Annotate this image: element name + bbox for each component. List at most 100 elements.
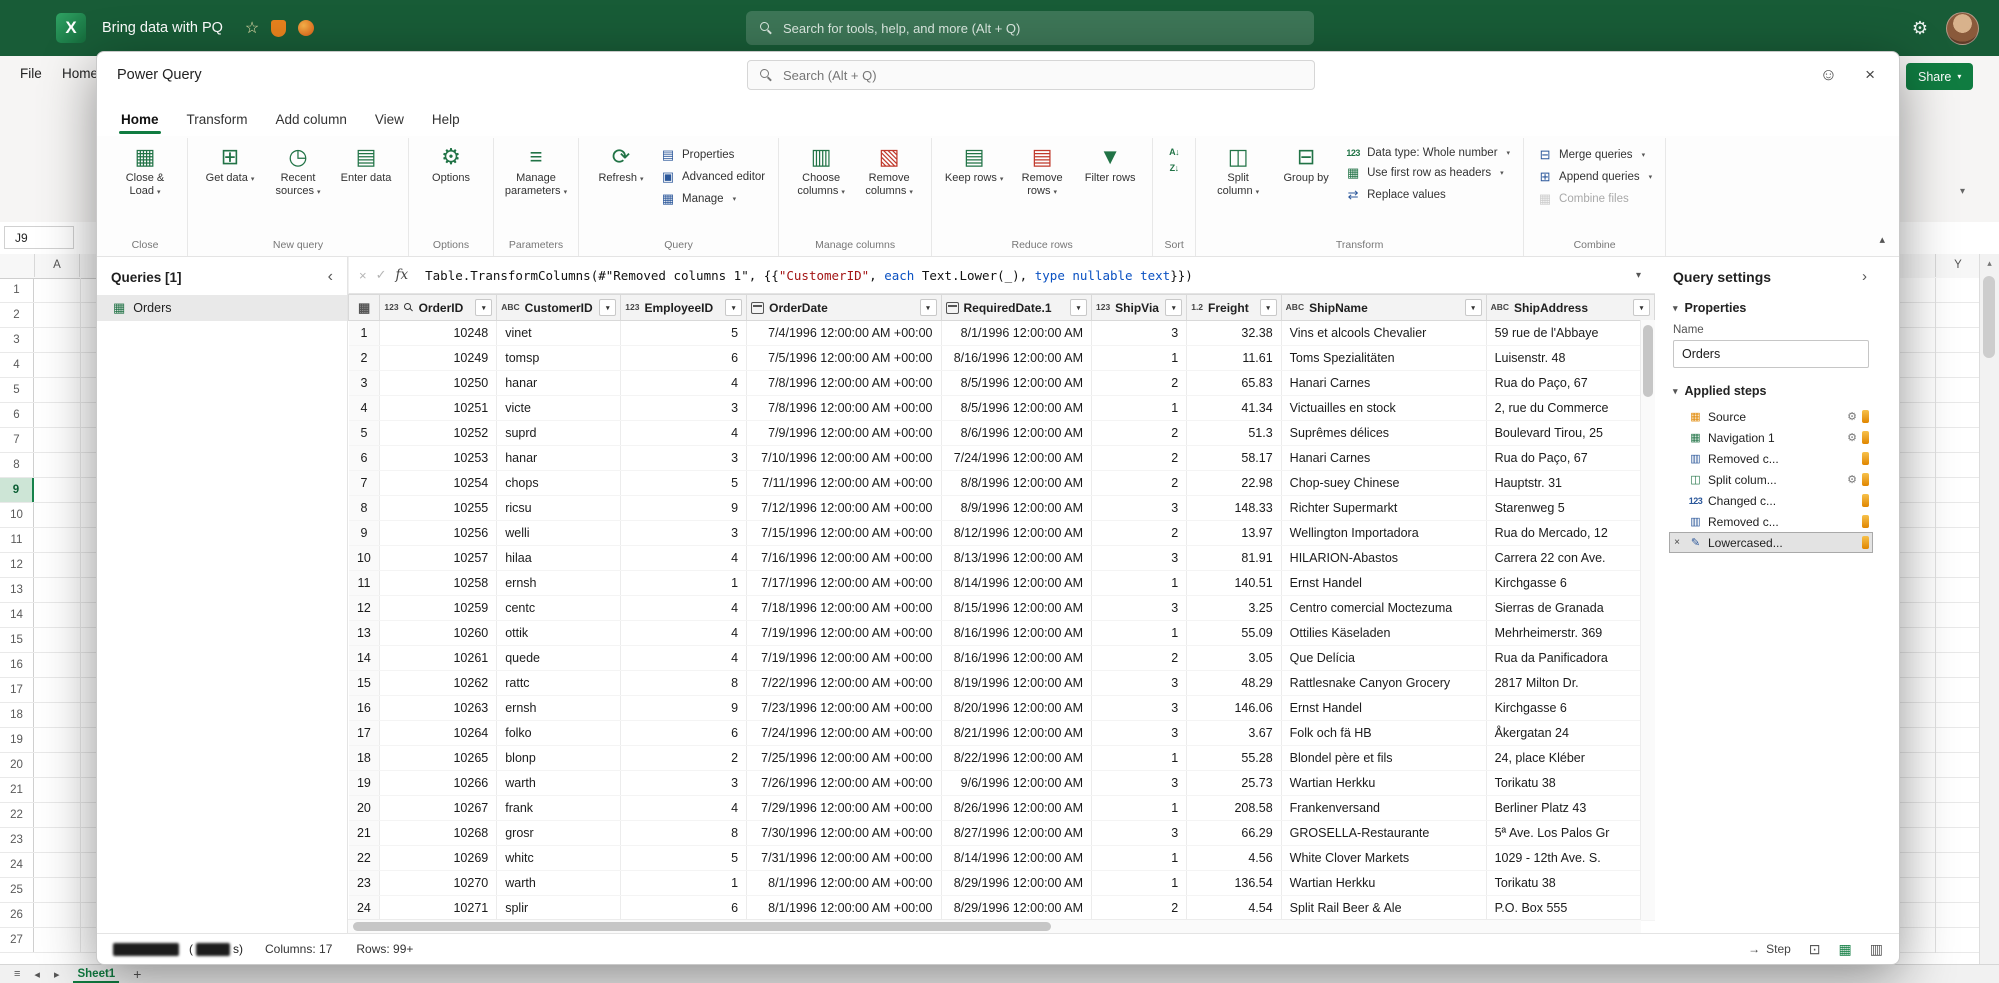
avatar[interactable] (1946, 12, 1979, 45)
grid-cell[interactable]: 8/22/1996 12:00:00 AM (941, 746, 1091, 771)
grid-cell[interactable]: rattc (497, 671, 621, 696)
grid-cell[interactable]: 10250 (380, 371, 497, 396)
grid-cell[interactable]: 8/19/1996 12:00:00 AM (941, 671, 1091, 696)
get-data-button[interactable]: ⊞Get data▾ (197, 140, 263, 189)
grid-cell[interactable]: 8/21/1996 12:00:00 AM (941, 721, 1091, 746)
filter-rows-button[interactable]: ▼Filter rows (1077, 140, 1143, 187)
column-header-employeeid[interactable]: 123EmployeeID▾ (621, 295, 747, 321)
grid-cell[interactable]: Chop-suey Chinese (1281, 471, 1486, 496)
row-header-26[interactable]: 26 (0, 903, 34, 927)
grid-cell[interactable]: 24, place Kléber (1486, 746, 1654, 771)
grid-cell[interactable]: 1 (621, 871, 747, 896)
excel-app-icon[interactable]: X (56, 13, 86, 43)
grid-cell[interactable]: 208.58 (1187, 796, 1281, 821)
remove-rows-button[interactable]: ▤Remove rows▾ (1009, 140, 1075, 201)
manage-parameters-button[interactable]: ≡Manage parameters▾ (503, 140, 569, 201)
grid-cell[interactable]: 8/26/1996 12:00:00 AM (941, 796, 1091, 821)
grid-cell[interactable]: hanar (497, 446, 621, 471)
grid-cell[interactable]: Wartian Herkku (1281, 771, 1486, 796)
grid-cell[interactable]: 8/6/1996 12:00:00 AM (941, 421, 1091, 446)
grid-cell[interactable]: 10256 (380, 521, 497, 546)
grid-cell[interactable]: 55.09 (1187, 621, 1281, 646)
column-header-a[interactable]: A (34, 254, 80, 277)
grid-cell[interactable]: 7/29/1996 12:00:00 AM +00:00 (747, 796, 941, 821)
query-name-input[interactable]: Orders (1673, 340, 1869, 368)
grid-cell[interactable]: Wartian Herkku (1281, 871, 1486, 896)
grid-cell[interactable]: 3.25 (1187, 596, 1281, 621)
grid-cell[interactable]: 1 (1091, 621, 1186, 646)
add-sheet-button[interactable]: + (133, 966, 141, 982)
grid-cell[interactable]: 4 (621, 421, 747, 446)
sort-za-button[interactable]: Z↓ (1162, 162, 1186, 174)
grid-cell[interactable]: 4.56 (1187, 846, 1281, 871)
append-queries-button[interactable]: ⊞Append queries▾ (1533, 168, 1656, 186)
grid-cell[interactable]: 3 (621, 771, 747, 796)
row-header-14[interactable]: 14 (0, 603, 34, 627)
grid-cell[interactable]: Kirchgasse 6 (1486, 696, 1654, 721)
properties-section-header[interactable]: ▾ Properties (1669, 295, 1873, 321)
grid-cell[interactable]: 136.54 (1187, 871, 1281, 896)
step-settings-gear-icon[interactable]: ⚙ (1847, 410, 1857, 423)
grid-cell[interactable]: 8/9/1996 12:00:00 AM (941, 496, 1091, 521)
applied-step-navigation-1[interactable]: ▦Navigation 1⚙ (1669, 427, 1873, 448)
grid-cell[interactable]: 7/19/1996 12:00:00 AM +00:00 (747, 646, 941, 671)
grid-cell[interactable]: 3 (1091, 546, 1186, 571)
grid-cell[interactable]: 5 (621, 321, 747, 346)
properties-button[interactable]: ▤Properties (656, 146, 769, 164)
grid-cell[interactable]: 7/22/1996 12:00:00 AM +00:00 (747, 671, 941, 696)
grid-cell[interactable]: 2 (1091, 446, 1186, 471)
tab-home[interactable]: Home (107, 103, 173, 136)
tab-transform[interactable]: Transform (173, 103, 262, 136)
step-settings-gear-icon[interactable]: ⚙ (1847, 473, 1857, 486)
grid-cell[interactable]: 2 (1091, 471, 1186, 496)
grid-cell[interactable]: 8/1/1996 12:00:00 AM (941, 321, 1091, 346)
column-header-shipvia[interactable]: 123ShipVia▾ (1091, 295, 1186, 321)
grid-cell[interactable]: 8/8/1996 12:00:00 AM (941, 471, 1091, 496)
row-header-22[interactable]: 22 (0, 803, 34, 827)
sheet-tab-sheet1[interactable]: Sheet1 (73, 968, 119, 980)
grid-cell[interactable]: 3 (1091, 771, 1186, 796)
grid-cell[interactable]: 3 (1091, 671, 1186, 696)
grid-cell[interactable]: 65.83 (1187, 371, 1281, 396)
grid-cell[interactable]: 7/4/1996 12:00:00 AM +00:00 (747, 321, 941, 346)
grid-cell[interactable]: Toms Spezialitäten (1281, 346, 1486, 371)
grid-cell[interactable]: 7/26/1996 12:00:00 AM +00:00 (747, 771, 941, 796)
grid-cell[interactable]: 10263 (380, 696, 497, 721)
grid-vertical-scrollbar[interactable] (1640, 320, 1655, 920)
grid-cell[interactable]: 8/29/1996 12:00:00 AM (941, 896, 1091, 921)
grid-cell[interactable]: 6 (621, 896, 747, 921)
grid-cell[interactable]: Ernst Handel (1281, 571, 1486, 596)
grid-cell[interactable]: 3.05 (1187, 646, 1281, 671)
grid-cell[interactable]: 3 (621, 446, 747, 471)
grid-cell[interactable]: 13.97 (1187, 521, 1281, 546)
grid-cell[interactable]: 8/12/1996 12:00:00 AM (941, 521, 1091, 546)
grid-cell[interactable]: 5 (621, 846, 747, 871)
grid-cell[interactable]: 6 (621, 346, 747, 371)
applied-step-split-colum[interactable]: ◫Split colum...⚙ (1669, 469, 1873, 490)
tab-help[interactable]: Help (418, 103, 474, 136)
grid-cell[interactable]: 10264 (380, 721, 497, 746)
applied-step-lowercased[interactable]: ×✎Lowercased... (1669, 532, 1873, 553)
grid-cell[interactable]: Torikatu 38 (1486, 771, 1654, 796)
file-menu[interactable]: File (20, 66, 42, 81)
row-header-10[interactable]: 10 (0, 503, 34, 527)
grid-cell[interactable]: 7/30/1996 12:00:00 AM +00:00 (747, 821, 941, 846)
grid-cell[interactable]: Split Rail Beer & Ale (1281, 896, 1486, 921)
row-header-19[interactable]: 19 (0, 728, 34, 752)
collapse-queries-pane-icon[interactable]: ‹ (328, 268, 333, 286)
column-header-shipaddress[interactable]: ABCShipAddress▾ (1486, 295, 1654, 321)
grid-cell[interactable]: 4.54 (1187, 896, 1281, 921)
grid-cell[interactable]: centc (497, 596, 621, 621)
share-button[interactable]: Share ▾ (1906, 63, 1973, 90)
row-header-21[interactable]: 21 (0, 778, 34, 802)
column-header-orderid[interactable]: 123OrderID▾ (380, 295, 497, 321)
group-by-button[interactable]: ⊟Group by (1273, 140, 1339, 187)
grid-cell[interactable]: Mehrheimerstr. 369 (1486, 621, 1654, 646)
enter-data-button[interactable]: ▤Enter data (333, 140, 399, 187)
filter-icon[interactable]: ▾ (599, 299, 616, 316)
grid-cell[interactable]: 8 (621, 821, 747, 846)
grid-cell[interactable]: 7/5/1996 12:00:00 AM +00:00 (747, 346, 941, 371)
grid-cell[interactable]: 10255 (380, 496, 497, 521)
grid-cell[interactable]: 1 (1091, 571, 1186, 596)
grid-cell[interactable]: 4 (621, 621, 747, 646)
